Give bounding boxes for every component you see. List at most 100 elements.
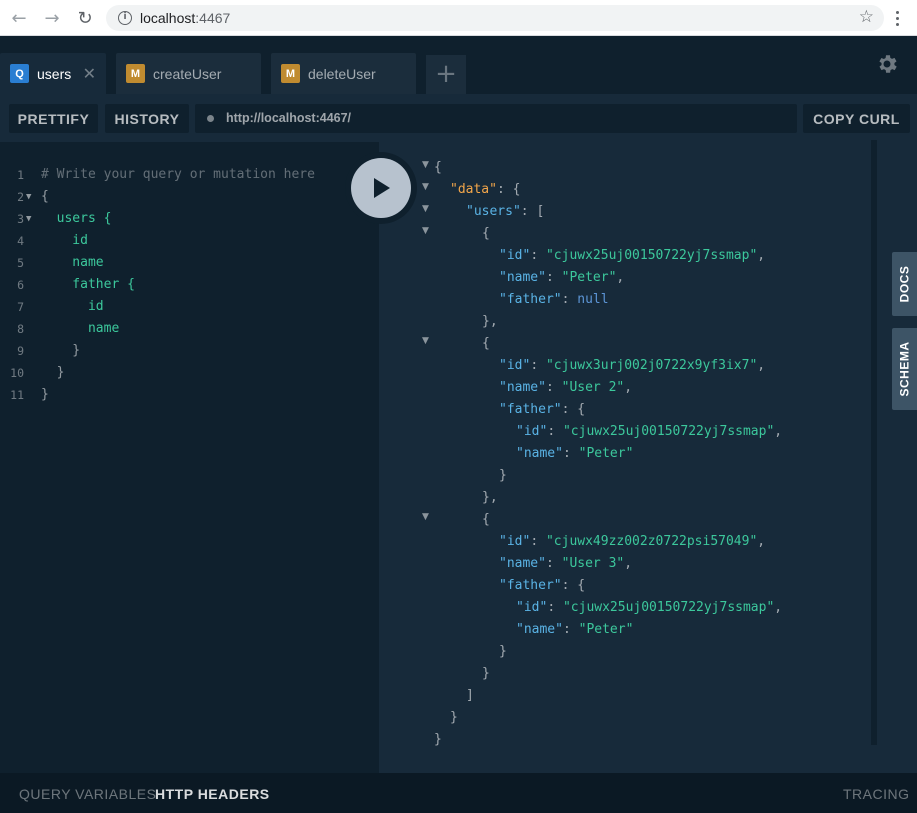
result-line: "name": "User 3", xyxy=(499,556,633,571)
fold-arrow-icon[interactable]: ▼ xyxy=(422,182,429,192)
id-value: "cjuwx25uj00150722yj7ssmap" xyxy=(545,248,758,263)
line-number: 10 xyxy=(10,366,24,380)
tab-deleteuser[interactable]: M deleteUser xyxy=(271,53,416,94)
code-text: id xyxy=(41,299,104,314)
mutation-badge: M xyxy=(281,64,300,83)
line-number: 6 xyxy=(17,278,24,292)
result-line: } xyxy=(434,732,442,747)
fold-arrow-icon[interactable]: ▼ xyxy=(26,208,31,230)
prettify-button[interactable]: PRETTIFY xyxy=(9,104,98,133)
code-line: 9 } xyxy=(0,340,379,362)
execute-query-button[interactable] xyxy=(345,152,417,224)
history-button[interactable]: HISTORY xyxy=(105,104,189,133)
result-line: } xyxy=(450,710,458,725)
gear-icon[interactable] xyxy=(875,52,899,76)
code-text: { xyxy=(41,189,49,204)
line-number: 11 xyxy=(10,388,24,402)
code-text: name xyxy=(41,255,104,270)
line-number: 1 xyxy=(17,168,24,182)
result-line: "id": "cjuwx3urj002j0722x9yf3ix7", xyxy=(499,358,766,373)
query-variables-tab[interactable]: QUERY VARIABLES xyxy=(19,786,156,802)
id-value: "cjuwx49zz002z0722psi57049" xyxy=(545,534,758,549)
endpoint-input[interactable]: http://localhost:4467/ xyxy=(195,104,797,133)
id-value: "cjuwx3urj002j0722x9yf3ix7" xyxy=(545,358,758,373)
result-scrollbar[interactable] xyxy=(871,140,877,745)
copy-curl-button[interactable]: COPY CURL xyxy=(803,104,910,133)
browser-menu-icon[interactable] xyxy=(891,6,903,30)
mutation-badge: M xyxy=(126,64,145,83)
result-line: ] xyxy=(466,688,474,703)
result-line: } xyxy=(499,468,507,483)
code-line: 10 } xyxy=(0,362,379,384)
fold-arrow-icon[interactable]: ▼ xyxy=(422,204,429,214)
code-text: name xyxy=(41,321,120,336)
tracing-tab[interactable]: TRACING xyxy=(843,786,910,802)
bookmark-star-icon[interactable]: ☆ xyxy=(859,7,874,27)
result-line: "father": { xyxy=(499,578,586,593)
result-line: "id": "cjuwx25uj00150722yj7ssmap", xyxy=(499,248,766,263)
browser-toolbar: ← → ↻ i localhost:4467 ☆ xyxy=(0,0,917,36)
code-line: 11} xyxy=(0,384,379,406)
result-line: "data": { xyxy=(450,182,521,197)
close-icon[interactable]: ✕ xyxy=(83,64,96,83)
result-line: "id": "cjuwx25uj00150722yj7ssmap", xyxy=(516,424,783,439)
back-icon[interactable]: ← xyxy=(7,6,31,30)
schema-tab-label: SCHEMA xyxy=(897,341,912,397)
code-text: } xyxy=(41,343,81,358)
line-number: 8 xyxy=(17,322,24,336)
http-headers-tab[interactable]: HTTP HEADERS xyxy=(155,786,270,802)
result-line: "father": { xyxy=(499,402,586,417)
code-line: 4 id xyxy=(0,230,379,252)
null-value: null xyxy=(577,292,609,307)
play-icon-circle xyxy=(351,158,411,218)
result-line: { xyxy=(482,226,490,241)
users-key: "users" xyxy=(466,204,521,219)
code-text: } xyxy=(41,365,65,380)
fold-arrow-icon[interactable]: ▼ xyxy=(422,160,429,170)
bottom-panel-bar: QUERY VARIABLES HTTP HEADERS TRACING xyxy=(0,773,917,813)
line-number: 4 xyxy=(17,234,24,248)
tab-label: createUser xyxy=(153,65,222,82)
fold-arrow-icon[interactable]: ▼ xyxy=(422,512,429,522)
father-id-value: "cjuwx25uj00150722yj7ssmap" xyxy=(562,424,775,439)
result-line: } xyxy=(482,666,490,681)
result-line: "users": [ xyxy=(466,204,545,219)
tab-createuser[interactable]: M createUser xyxy=(116,53,261,94)
reload-icon[interactable]: ↻ xyxy=(73,6,97,30)
fold-arrow-icon[interactable]: ▼ xyxy=(26,186,31,208)
tab-label: deleteUser xyxy=(308,65,376,82)
docs-tab[interactable]: DOCS xyxy=(892,252,917,316)
query-editor[interactable]: 1 # Write your query or mutation here 2 ▼ {… xyxy=(0,142,379,773)
father-name-value: "Peter" xyxy=(578,622,634,637)
tab-users[interactable]: Q users ✕ xyxy=(0,53,106,94)
result-line: }, xyxy=(482,490,498,505)
connection-status-icon xyxy=(207,115,214,122)
data-key: "data" xyxy=(450,182,497,197)
fold-arrow-icon[interactable]: ▼ xyxy=(422,226,429,236)
forward-icon[interactable]: → xyxy=(40,6,64,30)
url-text[interactable]: localhost:4467 xyxy=(140,10,230,26)
schema-tab[interactable]: SCHEMA xyxy=(892,328,917,410)
playground-tabs-bar: Q users ✕ M createUser M deleteUser + xyxy=(0,36,917,94)
father-id-value: "cjuwx25uj00150722yj7ssmap" xyxy=(562,600,775,615)
result-pane xyxy=(379,142,917,773)
code-line: 7 id xyxy=(0,296,379,318)
url-host: localhost xyxy=(140,10,196,26)
line-number: 7 xyxy=(17,300,24,314)
code-line: 6 father { xyxy=(0,274,379,296)
code-text: id xyxy=(41,233,88,248)
code-line: 8 name xyxy=(0,318,379,340)
add-tab-button[interactable]: + xyxy=(426,55,466,94)
code-line: 2 ▼ { xyxy=(0,186,379,208)
result-line: } xyxy=(499,644,507,659)
address-bar[interactable]: i localhost:4467 ☆ xyxy=(106,5,884,31)
father-name-value: "Peter" xyxy=(578,446,634,461)
code-line: 1 # Write your query or mutation here xyxy=(0,164,379,186)
line-number: 3 xyxy=(17,212,24,226)
fold-arrow-icon[interactable]: ▼ xyxy=(422,336,429,346)
name-value: "User 3" xyxy=(561,556,625,571)
result-line: "name": "Peter" xyxy=(516,622,634,637)
line-number: 9 xyxy=(17,344,24,358)
info-icon[interactable]: i xyxy=(118,11,132,25)
name-value: "Peter" xyxy=(561,270,617,285)
